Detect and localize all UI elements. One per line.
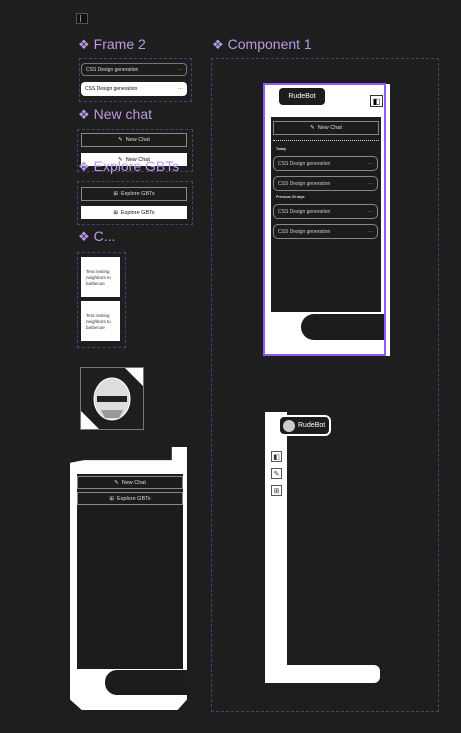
explore-gbts-button[interactable]: ⊞ Explore GBTs: [81, 187, 187, 201]
component-icon: ❖: [212, 37, 224, 52]
component-icon: ❖: [78, 37, 90, 52]
sidebar-new-chat-button[interactable]: ✎ New Chat: [77, 476, 183, 489]
new-chat-icon[interactable]: ✎: [271, 468, 282, 479]
prompt-card[interactable]: Text inviting neighbors to barbecue: [81, 257, 120, 297]
grid-icon: ⊞: [109, 495, 114, 502]
frame-label-new-chat[interactable]: ❖ New chat: [78, 106, 152, 123]
component-icon: ❖: [78, 159, 90, 174]
explore-grid-icon[interactable]: ⊞: [271, 485, 282, 496]
expand-sidebar-icon[interactable]: ◧: [271, 451, 282, 462]
sidebar-panel-icon[interactable]: [76, 13, 88, 24]
component-icon: ❖: [78, 229, 90, 244]
more-icon[interactable]: ···: [178, 86, 183, 92]
chat-item-label: CSS Design generation: [86, 66, 139, 73]
selection-outline: [263, 83, 386, 356]
robot-avatar-image: [80, 367, 144, 430]
frame-label-frame2[interactable]: ❖ Frame 2: [78, 36, 146, 53]
more-icon[interactable]: ···: [177, 67, 182, 73]
chat-item-default[interactable]: CSS Design generation ···: [81, 63, 187, 76]
frame-label-component1[interactable]: ❖ Component 1: [212, 36, 312, 53]
sidebar-explore-button[interactable]: ⊞ Explore GBTs: [77, 492, 183, 505]
frame-label-cards[interactable]: ❖ C...: [78, 228, 115, 245]
chat-item-label: CSS Design generation: [85, 86, 138, 92]
sidebar-frame-footer: [105, 670, 187, 695]
frame-label-explore[interactable]: ❖ Explore GBTs: [78, 158, 179, 175]
grid-icon: ⊞: [113, 191, 118, 197]
edit-icon: ✎: [114, 479, 119, 486]
explore-gbts-button-hover[interactable]: ⊞ Explore GBTs: [81, 206, 187, 219]
grid-icon: ⊞: [113, 209, 118, 216]
chat-item-hover[interactable]: CSS Design generation ···: [81, 82, 187, 96]
new-chat-button[interactable]: ✎ New Chat: [81, 133, 187, 147]
component-icon: ❖: [78, 107, 90, 122]
collapsed-brand-badge: RudeBot: [278, 415, 331, 436]
prompt-card-hover[interactable]: Text inviting neighbors to barbecue: [81, 301, 120, 341]
collapsed-sidebar-base: [265, 665, 380, 683]
robot-avatar-icon: [283, 419, 295, 432]
edit-icon: ✎: [118, 137, 123, 143]
